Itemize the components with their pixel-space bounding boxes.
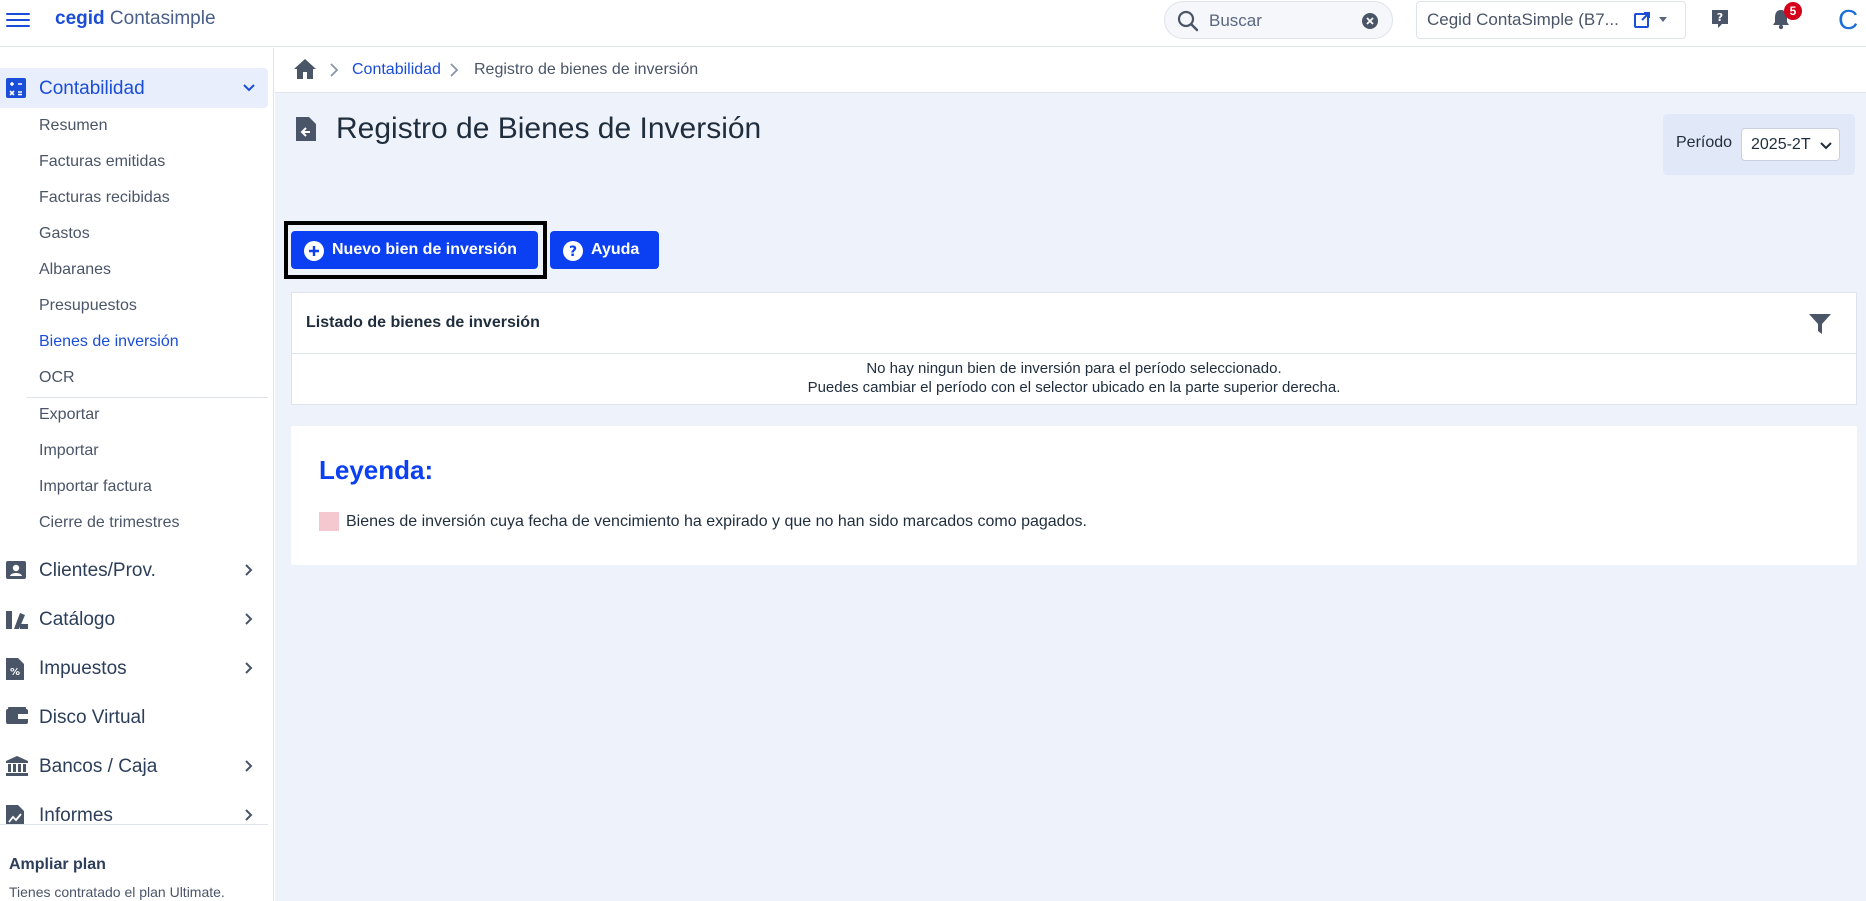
period-selector-box: Período 2025-2T xyxy=(1663,114,1855,175)
investment-assets-list: Listado de bienes de inversión No hay ni… xyxy=(291,292,1857,405)
upgrade-plan-link[interactable]: Ampliar plan xyxy=(9,856,106,874)
empty-hint: Puedes cambiar el período con el selecto… xyxy=(807,379,1341,396)
sidebar-item-facturas-recibidas[interactable]: Facturas recibidas xyxy=(39,189,170,207)
chevron-right-icon xyxy=(450,63,459,77)
report-icon xyxy=(6,805,24,825)
sidebar-item-gastos[interactable]: Gastos xyxy=(39,225,90,243)
wallet-icon xyxy=(6,707,28,724)
legend-card: Leyenda: Bienes de inversión cuya fecha … xyxy=(291,426,1857,565)
taxes-icon: % xyxy=(6,658,24,680)
company-selector[interactable]: Cegid ContaSimple (B7... xyxy=(1416,1,1686,39)
sidebar-item-presupuestos[interactable]: Presupuestos xyxy=(39,297,137,315)
contact-card-icon xyxy=(6,561,26,579)
svg-text:?: ? xyxy=(1717,11,1723,24)
search-input[interactable] xyxy=(1209,10,1359,32)
sidebar-item-resumen[interactable]: Resumen xyxy=(39,117,107,135)
period-select[interactable]: 2025-2T xyxy=(1741,128,1840,161)
legend-title: Leyenda: xyxy=(319,455,434,485)
breadcrumb-current: Registro de bienes de inversión xyxy=(474,61,699,78)
sidebar-item-bancos-caja[interactable]: Bancos / Caja xyxy=(0,746,268,786)
svg-text:%: % xyxy=(10,667,20,678)
empty-message: No hay ningun bien de inversión para el … xyxy=(866,360,1282,377)
search-box xyxy=(1164,1,1393,39)
sidebar-item-importar[interactable]: Importar xyxy=(39,442,99,460)
sidebar-item-albaranes[interactable]: Albaranes xyxy=(39,261,111,279)
sidebar-item-disco-virtual[interactable]: Disco Virtual xyxy=(0,697,268,737)
sidebar-divider xyxy=(26,397,268,398)
breadcrumb: Contabilidad Registro de bienes de inver… xyxy=(275,48,1866,93)
period-label: Período xyxy=(1676,134,1733,151)
menu-icon[interactable] xyxy=(6,9,30,29)
chevron-right-icon xyxy=(245,564,253,576)
chevron-right-icon xyxy=(330,63,339,77)
sidebar-item-cierre-de-trimestres[interactable]: Cierre de trimestres xyxy=(39,514,179,532)
catalog-icon xyxy=(6,611,28,629)
sidebar-divider xyxy=(0,824,268,825)
plan-info: Tienes contratado el plan Ultimate. xyxy=(9,884,225,900)
plus-circle-icon xyxy=(304,241,324,261)
main-content: Contabilidad Registro de bienes de inver… xyxy=(275,48,1866,901)
external-link-icon[interactable] xyxy=(1633,11,1651,29)
filter-icon[interactable] xyxy=(1809,313,1831,335)
sidebar-item-clientes-prov[interactable]: Clientes/Prov. xyxy=(0,550,268,590)
sidebar: Contabilidad Resumen Facturas emitidas F… xyxy=(0,48,274,901)
document-return-icon xyxy=(296,117,316,141)
sidebar-item-exportar[interactable]: Exportar xyxy=(39,406,99,424)
calculator-icon xyxy=(6,78,26,98)
chevron-down-icon xyxy=(1820,142,1832,150)
svg-text:?: ? xyxy=(569,244,577,260)
breadcrumb-contabilidad[interactable]: Contabilidad xyxy=(352,61,441,79)
app-logo[interactable]: cegid Contasimple xyxy=(55,8,216,30)
chevron-down-icon xyxy=(243,84,255,92)
notification-badge: 5 xyxy=(1784,2,1802,20)
sidebar-item-facturas-emitidas[interactable]: Facturas emitidas xyxy=(39,153,165,171)
sidebar-item-contabilidad[interactable]: Contabilidad xyxy=(0,68,268,108)
top-bar: cegid Contasimple Cegid ContaSimple (B7.… xyxy=(0,0,1866,47)
company-name: Cegid ContaSimple (B7... xyxy=(1427,10,1619,29)
sidebar-item-informes[interactable]: Informes xyxy=(0,795,268,825)
chevron-right-icon xyxy=(245,760,253,772)
sidebar-item-importar-factura[interactable]: Importar factura xyxy=(39,478,152,496)
chevron-right-icon xyxy=(245,662,253,674)
sidebar-item-ocr[interactable]: OCR xyxy=(39,369,75,387)
sidebar-item-catalogo[interactable]: Catálogo xyxy=(0,599,268,639)
clear-search-icon[interactable] xyxy=(1362,13,1378,29)
legend-color-swatch xyxy=(319,512,339,531)
home-icon[interactable] xyxy=(294,59,316,79)
chevron-right-icon xyxy=(245,613,253,625)
help-icon[interactable]: ? xyxy=(1710,8,1730,30)
legend-item-text: Bienes de inversión cuya fecha de vencim… xyxy=(346,513,1087,530)
sidebar-item-bienes-de-inversion[interactable]: Bienes de inversión xyxy=(39,333,179,351)
list-header: Listado de bienes de inversión xyxy=(292,293,1856,354)
chevron-right-icon xyxy=(245,809,253,821)
page-title: Registro de Bienes de Inversión xyxy=(336,112,762,145)
sidebar-item-impuestos[interactable]: % Impuestos xyxy=(0,648,268,688)
brand-mark: C xyxy=(1838,4,1859,35)
help-button[interactable]: ? Ayuda xyxy=(550,231,659,269)
search-icon xyxy=(1177,10,1199,32)
chevron-down-icon[interactable] xyxy=(1659,17,1667,22)
list-title: Listado de bienes de inversión xyxy=(306,314,540,331)
bank-icon xyxy=(6,756,28,776)
question-circle-icon: ? xyxy=(563,241,583,261)
new-investment-asset-button[interactable]: Nuevo bien de inversión xyxy=(291,231,538,269)
